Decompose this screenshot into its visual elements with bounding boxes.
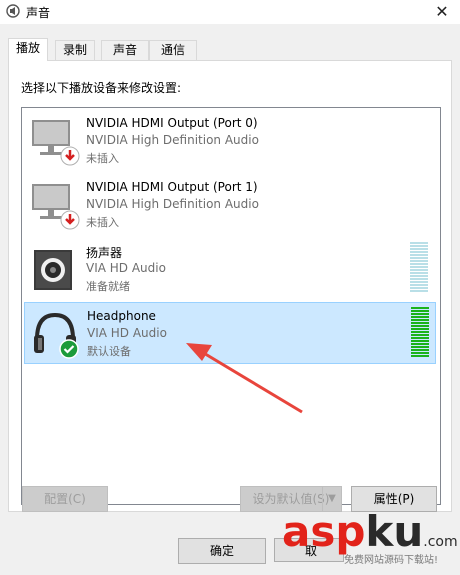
meter-segment — [410, 269, 428, 271]
meter-segment — [411, 325, 429, 327]
tab-sounds[interactable]: 声音 — [101, 40, 149, 60]
meter-segment — [411, 328, 429, 330]
device-description: VIA HD Audio — [87, 326, 167, 340]
meter-segment — [410, 257, 428, 259]
watermark-tagline: 免费网站源码下载站! — [344, 555, 439, 566]
device-name: NVIDIA HDMI Output (Port 1) — [86, 180, 258, 194]
tab-label: 声音 — [112, 43, 137, 57]
monitor-icon — [32, 120, 80, 166]
device-item-headphone[interactable]: Headphone VIA HD Audio 默认设备 — [24, 302, 436, 364]
meter-segment — [410, 263, 428, 265]
dialog-body: 播放 录制 声音 通信 选择以下播放设备来修改设置: NVIDIA HDMI O… — [0, 24, 460, 575]
meter-segment — [411, 346, 429, 348]
device-status: 未插入 — [86, 216, 119, 229]
meter-segment — [410, 281, 428, 283]
meter-segment — [411, 322, 429, 324]
close-icon: ✕ — [435, 2, 449, 21]
tab-label: 通信 — [160, 43, 185, 57]
meter-segment — [410, 266, 428, 268]
meter-segment — [411, 352, 429, 354]
tab-label: 播放 — [15, 41, 40, 55]
meter-segment — [411, 331, 429, 333]
window-title: 声音 — [26, 6, 51, 20]
meter-segment — [410, 251, 428, 253]
meter-segment — [410, 284, 428, 286]
meter-segment — [411, 334, 429, 336]
device-item-hdmi-port1[interactable]: NVIDIA HDMI Output (Port 1) NVIDIA High … — [24, 174, 434, 234]
device-name: NVIDIA HDMI Output (Port 0) — [86, 116, 258, 130]
device-description: VIA HD Audio — [86, 261, 166, 275]
meter-segment — [410, 245, 428, 247]
meter-segment — [410, 242, 428, 244]
meter-segment — [411, 349, 429, 351]
meter-segment — [410, 278, 428, 280]
close-button[interactable]: ✕ — [430, 1, 454, 23]
title-bar: 声音 ✕ — [0, 0, 460, 24]
configure-button[interactable]: 配置(C) — [22, 486, 108, 512]
device-name: Headphone — [87, 309, 156, 323]
meter-segment — [411, 319, 429, 321]
tab-communications[interactable]: 通信 — [149, 40, 197, 60]
device-list[interactable]: NVIDIA HDMI Output (Port 0) NVIDIA High … — [21, 107, 441, 505]
meter-segment — [411, 313, 429, 315]
meter-segment — [411, 310, 429, 312]
tab-playback[interactable]: 播放 — [8, 38, 48, 61]
device-item-hdmi-port0[interactable]: NVIDIA HDMI Output (Port 0) NVIDIA High … — [24, 110, 434, 170]
device-item-speakers[interactable]: 扬声器 VIA HD Audio 准备就绪 — [24, 238, 434, 298]
meter-segment — [411, 340, 429, 342]
ok-button[interactable]: 确定 — [178, 538, 266, 564]
meter-segment — [410, 254, 428, 256]
meter-segment — [411, 355, 429, 357]
device-status: 未插入 — [86, 152, 119, 165]
device-name: 扬声器 — [86, 246, 123, 260]
configure-label: 配置(C) — [44, 492, 86, 506]
playback-panel: 选择以下播放设备来修改设置: NVIDIA HDMI Output (Port … — [8, 60, 452, 512]
device-status: 准备就绪 — [86, 280, 130, 293]
meter-segment — [411, 307, 429, 309]
meter-segment — [410, 272, 428, 274]
monitor-icon — [32, 184, 80, 230]
meter-segment — [411, 343, 429, 345]
watermark: aspku.com 免费网站源码下载站! — [282, 507, 458, 569]
ok-label: 确定 — [209, 544, 234, 558]
meter-segment — [410, 248, 428, 250]
properties-label: 属性(P) — [373, 492, 415, 506]
meter-segment — [411, 337, 429, 339]
tab-recording[interactable]: 录制 — [55, 40, 95, 60]
meter-segment — [410, 275, 428, 277]
meter-segment — [411, 316, 429, 318]
meter-segment — [410, 260, 428, 262]
speaker-icon — [34, 250, 72, 290]
device-status: 默认设备 — [87, 345, 131, 358]
tab-label: 录制 — [62, 43, 87, 57]
meter-segment — [410, 287, 428, 289]
headphone-icon — [34, 312, 79, 359]
meter-segment — [410, 290, 428, 292]
device-description: NVIDIA High Definition Audio — [86, 197, 259, 211]
volume-meter — [411, 307, 429, 359]
device-description: NVIDIA High Definition Audio — [86, 133, 259, 147]
instruction-text: 选择以下播放设备来修改设置: — [21, 81, 182, 95]
speaker-app-icon — [6, 4, 20, 18]
volume-meter — [410, 242, 428, 294]
